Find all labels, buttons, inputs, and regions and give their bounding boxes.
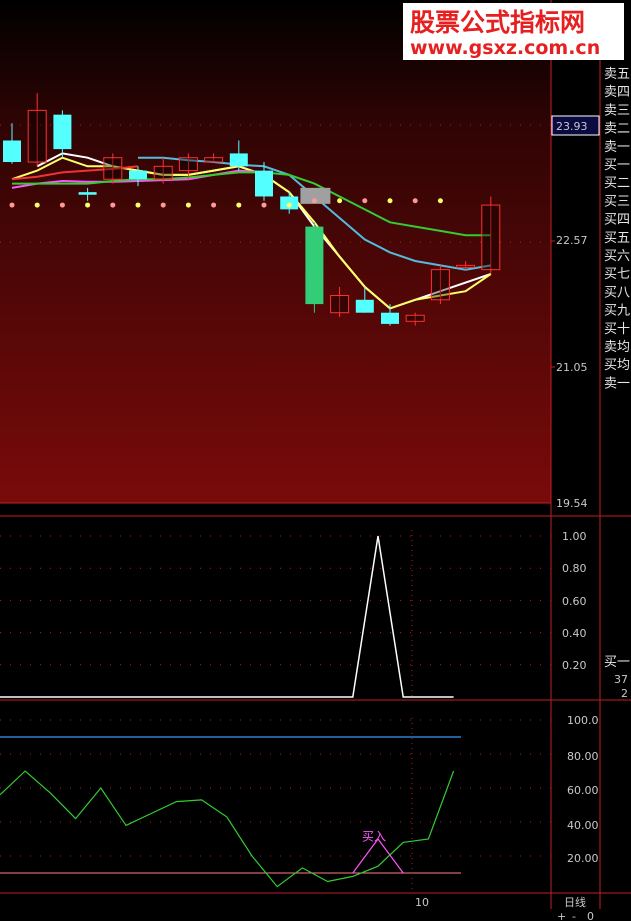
zoom-out-button[interactable]: - xyxy=(572,910,576,921)
candle-body xyxy=(305,226,324,305)
candle-body xyxy=(204,157,224,163)
price-tag-label: 23.93 xyxy=(556,120,588,133)
order-book-label: 卖四 xyxy=(604,85,630,100)
candle-body xyxy=(178,157,198,172)
signal-dot xyxy=(311,198,317,204)
chart-canvas: 23.93 22.57 21.05 19.54 买入 1.00 0.80 0.6… xyxy=(0,0,631,921)
price-tick-label: 21.05 xyxy=(556,361,588,374)
order-book-label: 卖五 xyxy=(604,67,630,82)
order-book-label: 卖一 xyxy=(604,376,630,391)
signal-y-axis: 1.00 0.80 0.60 0.40 0.20 xyxy=(562,530,587,672)
signal-dot xyxy=(362,198,368,204)
oscillator-tick-label: 80.00 xyxy=(567,750,599,763)
signal-dot xyxy=(59,202,65,208)
oscillator-tick-label: 40.00 xyxy=(567,819,599,832)
candle-body xyxy=(229,153,248,167)
signal-dot xyxy=(286,202,292,208)
candle-body xyxy=(381,312,399,324)
oscillator-tick-label: 20.00 xyxy=(567,852,599,865)
signal-dot xyxy=(110,202,116,208)
candle-body xyxy=(27,109,47,163)
order-book-label: 买六 xyxy=(604,249,630,264)
signal-tick-label: 0.20 xyxy=(562,659,587,672)
candle-body xyxy=(330,294,350,314)
price-tick-label: 22.57 xyxy=(556,234,588,247)
signal-dot xyxy=(236,202,242,208)
candle-body xyxy=(405,314,425,322)
signal-tick-label: 1.00 xyxy=(562,530,587,543)
zoom-buttons: + - 0 xyxy=(557,910,594,921)
signal-dot xyxy=(85,202,91,208)
signal-tick-label: 0.80 xyxy=(562,562,587,575)
order-book-label: 买七 xyxy=(604,267,630,282)
oscillator-tick-label: 60.00 xyxy=(567,784,599,797)
zoom-in-button[interactable]: + xyxy=(557,910,566,921)
signal-dot xyxy=(412,198,418,204)
signal-dot xyxy=(261,202,267,208)
signal-tick-label: 0.40 xyxy=(562,627,587,640)
order-book-label: 买五 xyxy=(604,231,630,246)
oscillator-chart: 买入 xyxy=(0,718,551,890)
price-y-axis: 23.93 22.57 21.05 19.54 xyxy=(551,115,600,510)
signal-dot xyxy=(34,202,40,208)
signal-dot xyxy=(211,202,217,208)
order-book-label: 买八 xyxy=(604,285,630,300)
oscillator-tick-label: 100.0 xyxy=(567,714,599,727)
signal-line xyxy=(0,535,454,698)
candle-body xyxy=(129,170,147,180)
signal-dot xyxy=(437,198,443,204)
signal-dot xyxy=(185,202,191,208)
buy-signal-label: 买入 xyxy=(362,829,386,843)
order-book-label: 卖均 xyxy=(604,340,630,355)
price-tick-label: 19.54 xyxy=(556,497,588,510)
zoom-reset-button[interactable]: 0 xyxy=(587,910,594,921)
order-book-bottom-value: 2 xyxy=(621,687,628,700)
order-book-panel: 卖五卖四卖三卖二卖一买一买二买三买四买五买六买七买八买九买十卖均买均卖一 xyxy=(604,67,630,391)
order-book-label: 卖二 xyxy=(604,122,630,137)
order-book-label: 买二 xyxy=(604,176,630,191)
signal-dot xyxy=(160,202,166,208)
order-book-label: 买十 xyxy=(604,322,630,337)
candle-body xyxy=(3,140,21,163)
candle-body xyxy=(456,264,476,268)
order-book-bottom-label: 买一 xyxy=(604,655,630,670)
order-book-label: 买四 xyxy=(604,213,630,228)
candle-body xyxy=(255,170,273,197)
order-book-label: 买一 xyxy=(604,158,630,173)
order-book-label: 卖一 xyxy=(604,140,630,155)
candle-body xyxy=(355,299,374,313)
signal-tick-label: 0.60 xyxy=(562,595,587,608)
candle-body xyxy=(430,269,450,301)
signal-dot xyxy=(337,198,343,204)
signal-dot xyxy=(9,202,15,208)
oscillator-y-axis: 100.0 80.00 60.00 40.00 20.00 xyxy=(567,714,599,865)
candle-body xyxy=(103,157,123,180)
candle-body xyxy=(153,165,173,180)
price-panel-background xyxy=(0,0,551,503)
watermark-title: 股票公式指标网 xyxy=(410,8,585,37)
signal-dot xyxy=(135,202,141,208)
order-book-label: 买三 xyxy=(604,194,630,209)
candle-body xyxy=(53,114,72,150)
order-book-label: 买均 xyxy=(604,358,630,373)
order-book-label: 买九 xyxy=(604,304,630,319)
period-label[interactable]: 日线 xyxy=(564,895,586,909)
signal-indicator-chart xyxy=(0,530,551,698)
order-book-bottom-value: 37 xyxy=(614,673,628,686)
candle-body xyxy=(78,192,97,195)
date-tick-label: 10 xyxy=(415,896,429,909)
signal-dot xyxy=(387,198,393,204)
watermark-url: www.gsxz.com.cn xyxy=(410,37,600,59)
candle-body xyxy=(481,204,501,271)
order-book-label: 卖三 xyxy=(604,103,630,118)
